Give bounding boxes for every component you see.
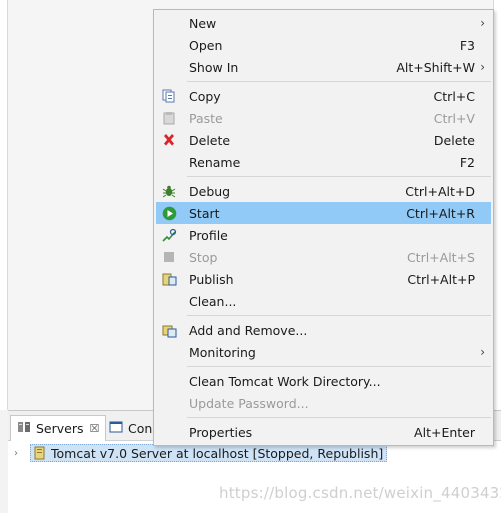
paste-icon xyxy=(161,110,177,126)
watermark-text: https://blog.csdn.net/weixin_44034328 xyxy=(219,484,501,502)
menu-item-publish[interactable]: Publish Ctrl+Alt+P xyxy=(154,268,493,290)
server-tree-item[interactable]: Tomcat v7.0 Server at localhost [Stopped… xyxy=(30,444,388,462)
tab-servers-label: Servers xyxy=(36,421,84,436)
editor-gutter xyxy=(0,0,8,410)
menu-item-stop[interactable]: Stop Ctrl+Alt+S xyxy=(154,246,493,268)
chevron-right-icon[interactable]: › xyxy=(14,448,26,459)
server-tree-row[interactable]: › Tomcat v7.0 Server at localhost [Stopp… xyxy=(14,444,388,462)
add-remove-icon xyxy=(161,322,177,338)
chevron-right-icon: › xyxy=(480,16,485,30)
menu-item-new[interactable]: New › xyxy=(154,12,493,34)
menu-item-start[interactable]: Start Ctrl+Alt+R xyxy=(156,202,491,224)
menu-separator xyxy=(187,417,491,418)
menu-separator xyxy=(187,81,491,82)
menu-item-paste[interactable]: Paste Ctrl+V xyxy=(154,107,493,129)
context-menu: New › Open F3 Show In Alt+Shift+W › Copy… xyxy=(153,9,494,446)
copy-icon xyxy=(161,88,177,104)
console-icon xyxy=(109,420,123,437)
menu-item-copy[interactable]: Copy Ctrl+C xyxy=(154,85,493,107)
menu-item-profile[interactable]: Profile xyxy=(154,224,493,246)
close-icon[interactable]: ☒ xyxy=(90,422,100,435)
menu-separator xyxy=(187,176,491,177)
start-icon xyxy=(161,205,177,221)
menu-item-properties[interactable]: Properties Alt+Enter xyxy=(154,421,493,443)
menu-item-add-and-remove[interactable]: Add and Remove... xyxy=(154,319,493,341)
menu-item-update-password[interactable]: Update Password... xyxy=(154,392,493,414)
menu-separator xyxy=(187,366,491,367)
profile-icon xyxy=(161,227,177,243)
menu-separator xyxy=(187,315,491,316)
tab-servers[interactable]: Servers ☒ xyxy=(10,415,107,441)
server-tree-label: Tomcat v7.0 Server at localhost [Stopped… xyxy=(51,445,384,461)
chevron-right-icon: › xyxy=(480,345,485,359)
delete-icon xyxy=(161,132,177,148)
menu-item-open[interactable]: Open F3 xyxy=(154,34,493,56)
menu-item-clean[interactable]: Clean... xyxy=(154,290,493,312)
menu-item-rename[interactable]: Rename F2 xyxy=(154,151,493,173)
menu-item-debug[interactable]: Debug Ctrl+Alt+D xyxy=(154,180,493,202)
right-panel-edge xyxy=(493,0,501,410)
menu-item-show-in[interactable]: Show In Alt+Shift+W › xyxy=(154,56,493,78)
menu-item-monitoring[interactable]: Monitoring › xyxy=(154,341,493,363)
menu-item-delete[interactable]: Delete Delete xyxy=(154,129,493,151)
servers-icon xyxy=(17,420,31,437)
stop-icon xyxy=(161,249,177,265)
debug-icon xyxy=(161,183,177,199)
menu-item-clean-tomcat-work-directory[interactable]: Clean Tomcat Work Directory... xyxy=(154,370,493,392)
server-icon xyxy=(34,446,46,460)
chevron-right-icon: › xyxy=(480,60,485,74)
publish-icon xyxy=(161,271,177,287)
